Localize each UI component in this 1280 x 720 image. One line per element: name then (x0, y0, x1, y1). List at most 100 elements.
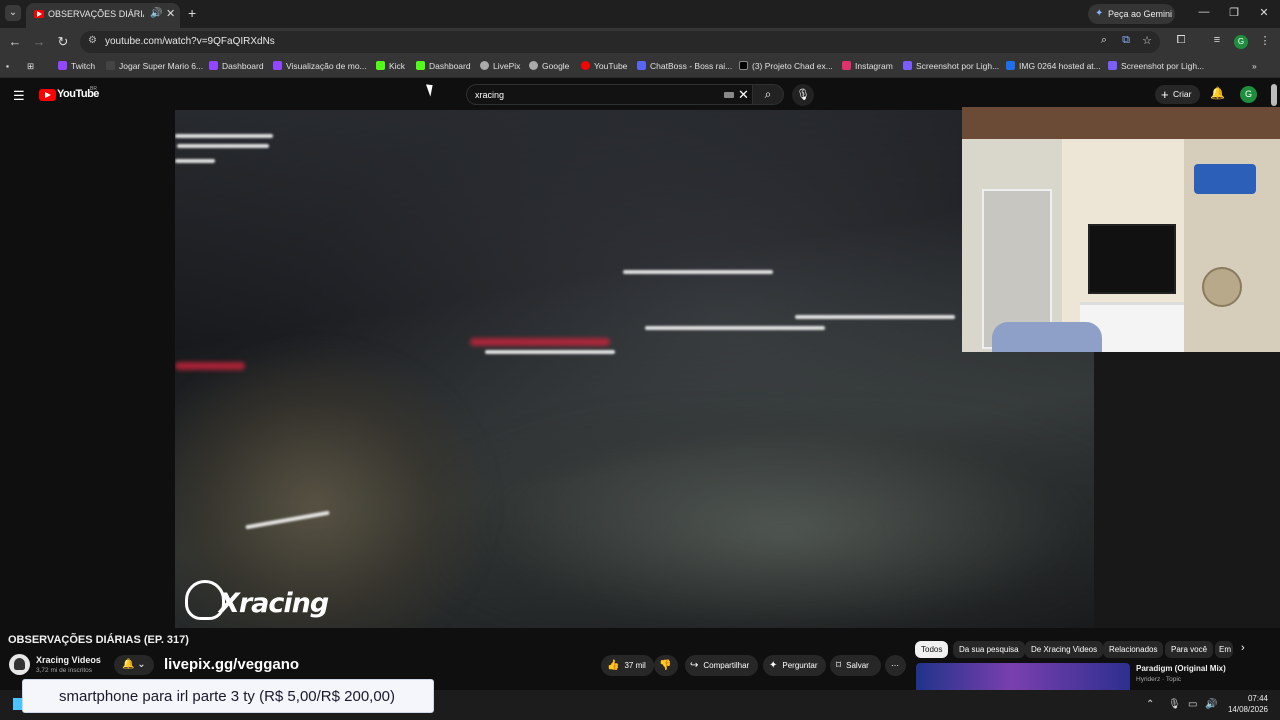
subscription-bell-button[interactable]: 🔔 ⌄ (114, 655, 154, 675)
search-input[interactable]: xracing ✕ (466, 84, 752, 105)
thumbs-down-icon: 👎 (659, 660, 672, 671)
reload-icon[interactable]: ↻ (55, 34, 71, 50)
related-video-title[interactable]: Paradigm (Original Mix) (1136, 664, 1226, 673)
keyboard-icon[interactable] (724, 92, 734, 98)
light-streak (623, 270, 773, 274)
gemini-button[interactable]: ✦ Peça ao Gemini (1088, 4, 1175, 24)
channel-name[interactable]: Xracing Videos (36, 655, 101, 665)
extensions-icon[interactable]: ⧠ (1173, 34, 1189, 47)
microphone-icon[interactable]: 🎙 (1168, 699, 1181, 710)
tail-light-streak (470, 338, 610, 346)
bookmark-item[interactable]: Jogar Super Mario 6... (106, 61, 203, 71)
youtube-favicon-icon (34, 10, 44, 18)
like-button[interactable]: 👍 37 mil (601, 655, 654, 676)
share-label: Compartilhar (703, 661, 750, 670)
bookmark-favicon-icon (58, 61, 67, 70)
youtube-header: ☰ YouTube BR xracing ✕ ⌕ 🎙 + Criar 🔔 G (0, 78, 1280, 110)
cam-shelf (1184, 139, 1280, 352)
cam-fan (1202, 267, 1242, 307)
bookmark-star-icon[interactable]: ☆ (1139, 34, 1155, 47)
bookmark-item[interactable]: LivePix (480, 61, 520, 71)
channel-avatar[interactable] (9, 654, 30, 675)
light-streak (175, 159, 215, 163)
bookmark-item[interactable]: ChatBoss - Boss rai... (637, 61, 732, 71)
livepix-overlay-text: livepix.gg/veggano (164, 656, 300, 673)
site-info-icon[interactable]: ⚙ (88, 35, 97, 46)
bookmarks-overflow-icon[interactable]: » (1252, 61, 1257, 71)
related-video-channel[interactable]: Hyriderz · Topic (1136, 676, 1181, 683)
bookmark-item[interactable]: Dashboard (416, 61, 471, 71)
zoom-icon[interactable]: ⌕ (1096, 34, 1112, 47)
volume-icon[interactable]: 🔊 (1205, 699, 1217, 710)
chip-para-voce[interactable]: Para você (1165, 641, 1214, 658)
save-button[interactable]: ⌑ Salvar (830, 655, 881, 676)
bookmark-favicon-icon (106, 61, 115, 70)
tray-overflow-chevron-icon[interactable]: ⌃ (1146, 699, 1154, 710)
bookmark-item[interactable]: Instagram (842, 61, 893, 71)
browser-menu-icon[interactable]: ⋮ (1257, 34, 1273, 47)
bookmark-item[interactable]: Screenshot por Ligh... (1108, 61, 1204, 71)
search-query[interactable]: xracing (475, 90, 504, 100)
back-arrow-icon[interactable]: ← (7, 34, 23, 49)
bookmark-favicon-icon (273, 61, 282, 70)
apps-grid-icon[interactable]: ⊞ (27, 61, 34, 72)
account-avatar[interactable]: G (1240, 86, 1257, 103)
more-actions-button[interactable]: ⋯ (885, 655, 906, 676)
menu-hamburger-icon[interactable]: ☰ (13, 88, 25, 104)
window-close-button[interactable]: ✕ (1254, 6, 1274, 19)
bookmark-item[interactable]: (3) Projeto Chad ex... (739, 61, 833, 71)
search-button[interactable]: ⌕ (752, 84, 784, 105)
chip-em[interactable]: Em (1215, 641, 1233, 658)
address-bar[interactable]: ⚙ youtube.com/watch?v=9QFaQIRXdNs (80, 31, 1160, 53)
ask-button[interactable]: ✦ Perguntar (763, 655, 826, 676)
media-controls-icon[interactable]: ≡ (1209, 34, 1225, 46)
create-button[interactable]: + Criar (1155, 85, 1200, 104)
bookmark-favicon-icon (581, 61, 590, 70)
share-button[interactable]: ↪ Compartilhar (685, 655, 758, 676)
tab-search-button[interactable]: ⌄ (5, 5, 21, 21)
minimize-button[interactable]: — (1194, 6, 1214, 18)
new-tab-button[interactable]: + (188, 5, 196, 21)
clear-search-icon[interactable]: ✕ (738, 87, 749, 103)
youtube-logo-icon[interactable] (39, 89, 56, 101)
chip-todos[interactable]: Todos (915, 641, 949, 658)
network-icon[interactable]: ▭ (1188, 699, 1197, 710)
restore-button[interactable]: ❐ (1224, 6, 1244, 19)
video-frame-road (435, 410, 1094, 628)
notifications-bell-icon[interactable]: 🔔 (1210, 86, 1225, 100)
bookmark-item[interactable]: IMG 0264 hosted at... (1006, 61, 1101, 71)
chips-next-chevron-icon[interactable]: › (1241, 642, 1245, 654)
bookmark-favicon-icon (739, 61, 748, 70)
address-url[interactable]: youtube.com/watch?v=9QFaQIRXdNs (105, 36, 275, 47)
dislike-button[interactable]: 👎 (654, 655, 678, 676)
thumbs-up-icon: 👍 (607, 660, 620, 671)
browser-profile-avatar[interactable]: G (1234, 35, 1248, 49)
bookmark-item[interactable]: Screenshot por Ligh... (903, 61, 999, 71)
bookmark-item[interactable]: Dashboard (209, 61, 264, 71)
browser-tab-strip: ⌄ OBSERVAÇÕES DIÁRIAS (EP. 317) 🔊 ✕ + ✦ … (0, 0, 1280, 28)
tab-audio-icon[interactable]: 🔊 (150, 8, 162, 19)
install-app-icon[interactable]: ⧉ (1118, 34, 1134, 47)
tab-close-icon[interactable]: ✕ (166, 7, 175, 20)
related-video-thumbnail[interactable] (916, 663, 1130, 693)
bookmarks-bar: ▪ ⊞ Twitch Jogar Super Mario 6... Dashbo… (0, 56, 1280, 78)
page-scrollbar[interactable] (1271, 84, 1277, 106)
browser-tab-active[interactable]: OBSERVAÇÕES DIÁRIAS (EP. 317) 🔊 ✕ (26, 3, 180, 28)
bookmark-item[interactable]: YouTube (581, 61, 627, 71)
bookmarks-apps-icon[interactable]: ▪ (6, 61, 9, 71)
bookmark-item[interactable]: Visualização de mo... (273, 61, 367, 71)
chip-relacionados[interactable]: Relacionados (1103, 641, 1164, 658)
forward-arrow-icon[interactable]: → (31, 34, 47, 49)
video-player[interactable]: Xracing (175, 110, 1094, 628)
bookmark-item[interactable]: Google (529, 61, 569, 71)
bookmark-item[interactable]: Kick (376, 61, 405, 71)
verified-badge-icon: ✓ (95, 655, 102, 664)
bookmark-icon: ⌑ (836, 660, 842, 671)
chip-de-xracing-videos[interactable]: De Xracing Videos (1025, 641, 1104, 658)
chip-da-sua-pesquisa[interactable]: Da sua pesquisa (953, 641, 1025, 658)
bookmark-favicon-icon (480, 61, 489, 70)
taskbar-clock[interactable]: 07:44 14/08/2026 (1222, 693, 1268, 715)
bookmark-item[interactable]: Twitch (58, 61, 95, 71)
voice-search-mic-icon[interactable]: 🎙 (792, 84, 814, 106)
create-label: Criar (1173, 89, 1192, 99)
